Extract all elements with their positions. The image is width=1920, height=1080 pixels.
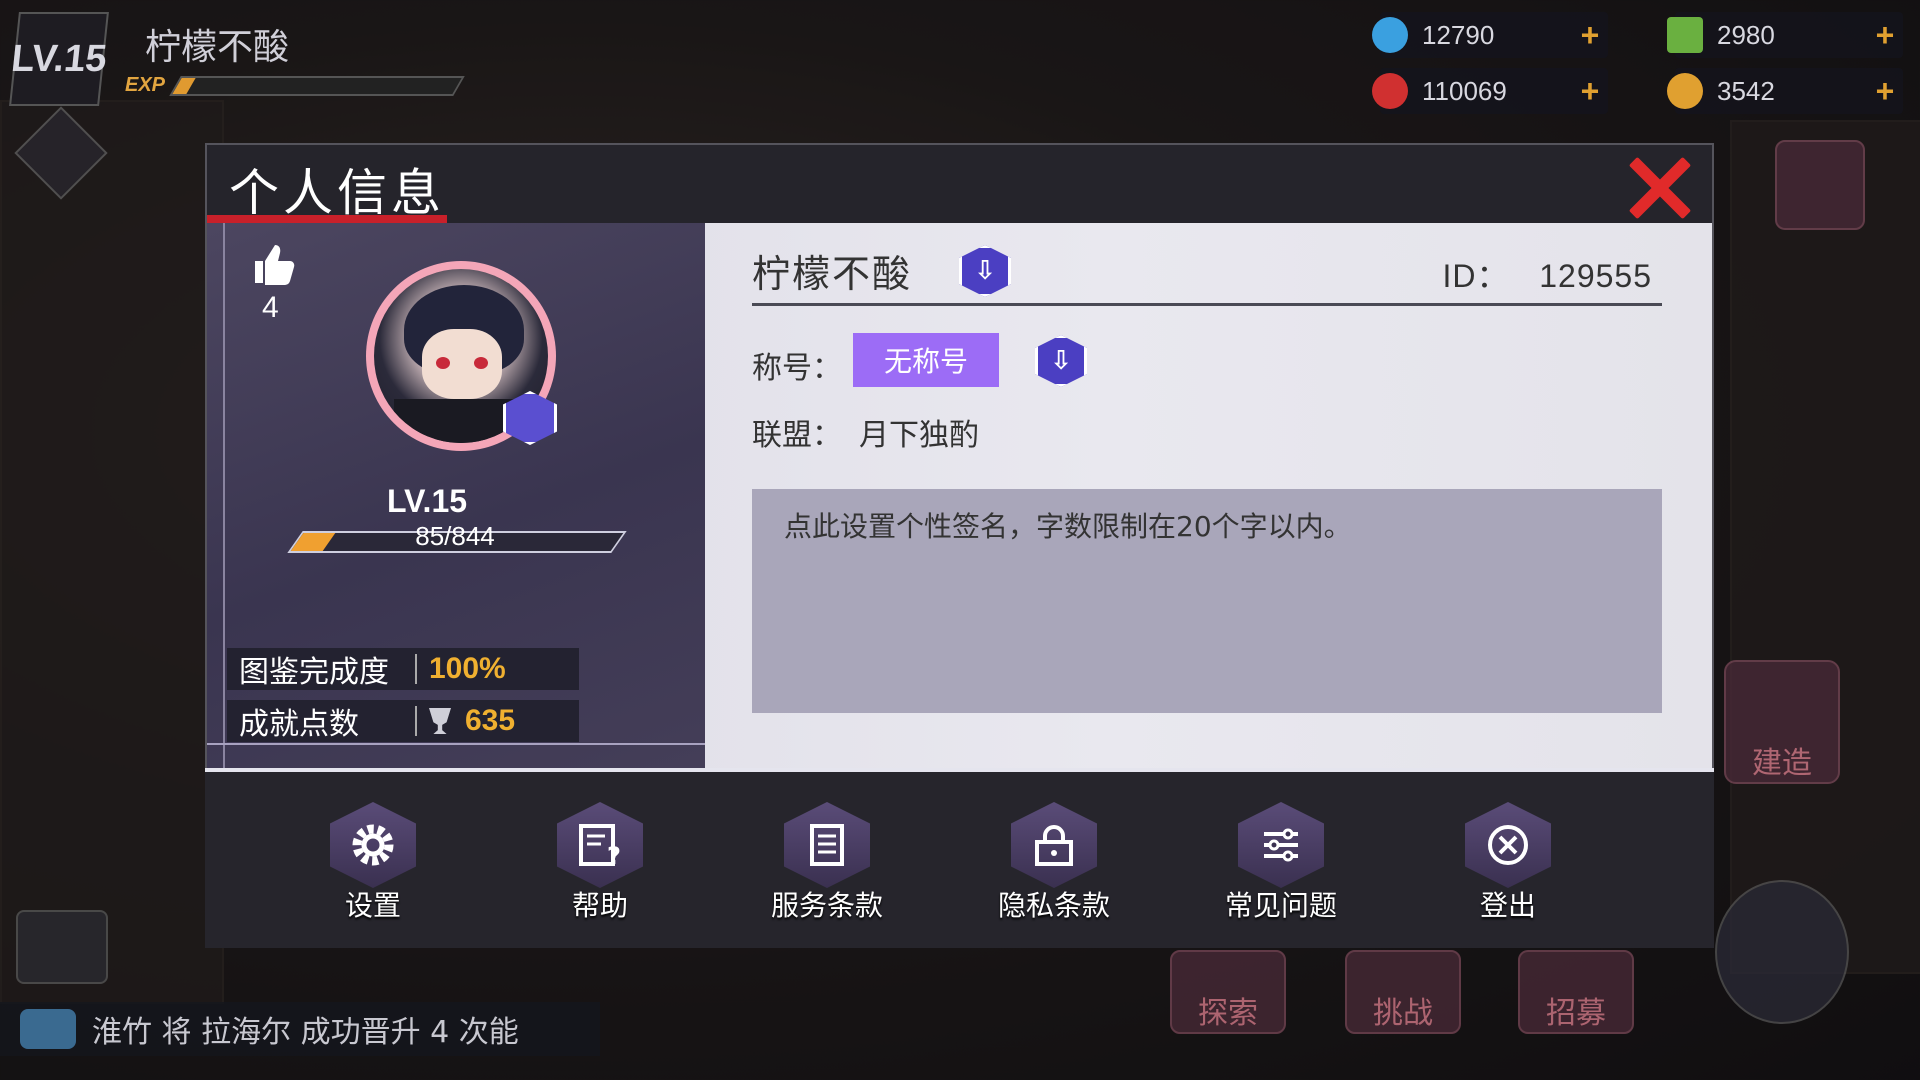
trophy-icon <box>429 708 451 734</box>
build-button[interactable]: 建造 <box>1724 660 1840 784</box>
achievement-points: 成就点数 635 <box>227 700 579 742</box>
dialog-footer: 设置 ? 帮助 服务条款 隐私条款 常见问题 登出 <box>205 768 1714 948</box>
resource-gold-value: 3542 <box>1717 75 1775 106</box>
resource-gold: 3542 + <box>1667 68 1903 114</box>
dialog-body: 4 LV.15 85/844 图鉴完成度 100% 成就点数 635 柠檬不酸 … <box>205 223 1714 768</box>
profile-card: 4 LV.15 85/844 图鉴完成度 100% 成就点数 635 <box>207 223 705 768</box>
player-id: ID： 129555 <box>1443 251 1652 297</box>
privacy-label: 隐私条款 <box>997 889 1110 922</box>
alliance-value: 月下独酌 <box>859 418 979 453</box>
add-cubes-button[interactable]: + <box>1867 17 1903 54</box>
player-name: 柠檬不酸 <box>752 252 913 296</box>
resource-energy: 12790 + <box>1372 12 1608 58</box>
shop-button[interactable] <box>1775 140 1865 230</box>
chat-icon <box>20 1009 76 1049</box>
likes-count: 4 <box>262 291 279 324</box>
resource-cubes-value: 2980 <box>1717 19 1775 50</box>
svg-text:?: ? <box>607 842 621 870</box>
hud-level: LV.15 <box>9 12 109 106</box>
explore-button[interactable]: 探索 <box>1170 950 1286 1034</box>
card-bottom-line <box>207 743 705 745</box>
title-label: 称号： <box>752 351 842 386</box>
character-portrait-button[interactable] <box>1715 880 1849 1024</box>
level-exp-text: 85/844 <box>415 521 495 551</box>
list-icon <box>1238 802 1324 888</box>
gear-icon <box>330 802 416 888</box>
resource-energy-value: 12790 <box>1422 19 1495 50</box>
change-title-button[interactable]: ⇩ <box>1035 335 1087 387</box>
close-button[interactable] <box>1626 153 1694 221</box>
chat-message: 淮竹 将 拉海尔 成功晋升 4 次能 <box>92 1015 519 1050</box>
achievement-value: 635 <box>465 704 516 737</box>
hud-exp-bar <box>169 76 465 96</box>
name-underline <box>752 303 1662 306</box>
build-label: 建造 <box>1752 746 1812 781</box>
recruit-label: 招募 <box>1546 996 1606 1031</box>
id-label: ID： <box>1442 258 1510 294</box>
signature-placeholder: 点此设置个性签名，字数限制在20个字以内。 <box>784 510 1352 543</box>
rename-button[interactable]: ⇩ <box>959 245 1011 297</box>
terms-label: 服务条款 <box>770 889 883 922</box>
achievement-label: 成就点数 <box>239 707 359 742</box>
logout-button[interactable]: 登出 <box>1438 802 1578 924</box>
codex-value: 100% <box>429 652 506 685</box>
add-gold-button[interactable]: + <box>1867 73 1903 110</box>
hud-player-name: 柠檬不酸 <box>145 27 290 68</box>
signature-input[interactable]: 点此设置个性签名，字数限制在20个字以内。 <box>752 489 1662 713</box>
lightning-icon <box>1372 17 1408 53</box>
challenge-button[interactable]: 挑战 <box>1345 950 1461 1034</box>
resource-gems-value: 110069 <box>1422 75 1507 106</box>
faq-label: 常见问题 <box>1224 889 1337 922</box>
dialog-header: 个人信息 <box>205 143 1714 225</box>
logout-label: 登出 <box>1479 889 1536 922</box>
challenge-label: 挑战 <box>1373 996 1433 1031</box>
friends-button[interactable] <box>16 910 108 984</box>
faq-button[interactable]: 常见问题 <box>1211 802 1351 924</box>
help-icon: ? <box>557 802 643 888</box>
id-value: 129555 <box>1539 258 1652 294</box>
profile-dialog: 个人信息 4 LV.15 85/844 图鉴完成度 100% 成就点数 635 … <box>205 143 1714 948</box>
help-button[interactable]: ? 帮助 <box>530 802 670 924</box>
explore-label: 探索 <box>1198 996 1258 1031</box>
terms-of-service-button[interactable]: 服务条款 <box>757 802 897 924</box>
resource-gems: 110069 + <box>1372 68 1608 114</box>
document-icon <box>784 802 870 888</box>
logout-icon <box>1465 802 1551 888</box>
chat-bar[interactable]: 淮竹 将 拉海尔 成功晋升 4 次能 <box>0 1002 600 1056</box>
coin-icon <box>1667 73 1703 109</box>
add-energy-button[interactable]: + <box>1572 17 1608 54</box>
codex-completion: 图鉴完成度 100% <box>227 648 579 690</box>
lock-icon <box>1011 802 1097 888</box>
recruit-button[interactable]: 招募 <box>1518 950 1634 1034</box>
card-level: LV.15 <box>386 483 468 519</box>
cube-icon <box>1667 17 1703 53</box>
red-orb-icon <box>1372 73 1408 109</box>
add-gems-button[interactable]: + <box>1572 73 1608 110</box>
settings-label: 设置 <box>344 889 401 922</box>
alliance-label: 联盟： <box>752 418 842 453</box>
privacy-policy-button[interactable]: 隐私条款 <box>984 802 1124 924</box>
settings-button[interactable]: 设置 <box>303 802 443 924</box>
thumbs-up-icon[interactable] <box>251 241 297 287</box>
hud-exp-label: EXP <box>125 74 166 96</box>
title-badge[interactable]: 无称号 <box>853 333 999 387</box>
resource-cubes: 2980 + <box>1667 12 1903 58</box>
codex-label: 图鉴完成度 <box>239 655 389 690</box>
help-label: 帮助 <box>571 889 628 922</box>
